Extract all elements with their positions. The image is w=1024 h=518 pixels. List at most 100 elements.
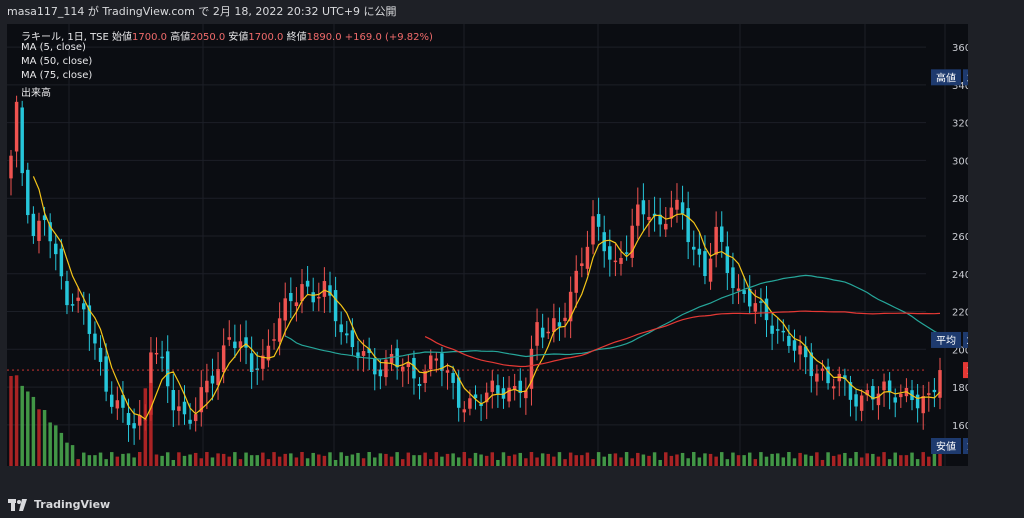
close-label: 終値 — [286, 32, 307, 43]
volume-bar — [59, 432, 64, 466]
volume-bar — [188, 454, 192, 466]
candle-body — [507, 387, 511, 402]
volume-bar — [154, 454, 159, 466]
volume-bar — [865, 453, 869, 466]
indicator-volume[interactable]: 出来高 — [21, 84, 51, 99]
candle-body — [233, 341, 237, 349]
volume-bar — [367, 452, 371, 466]
volume-bar — [731, 452, 735, 466]
candle-body — [289, 292, 293, 302]
volume-bar — [736, 455, 741, 466]
candle-body — [619, 257, 623, 264]
candle-body — [759, 301, 763, 303]
volume-bar — [37, 409, 41, 466]
y-tick-label: 2600.0 — [952, 232, 968, 243]
candle-body — [177, 406, 181, 411]
candle-body — [753, 303, 758, 312]
candle-body — [445, 370, 450, 373]
publish-line: masa117_114 が TradingView.com で 2月 18, 2… — [7, 5, 397, 18]
candle-body — [244, 337, 248, 348]
candle-body — [893, 397, 897, 403]
volume-bar — [233, 452, 237, 466]
volume-bar — [815, 452, 819, 466]
candle-body — [395, 348, 399, 368]
volume-bar — [378, 453, 383, 466]
volume-bar — [742, 455, 746, 466]
volume-bar — [552, 456, 556, 466]
candle-body — [720, 226, 724, 242]
volume-bar — [227, 456, 231, 466]
volume-bar — [121, 453, 125, 466]
volume-bar — [887, 459, 892, 466]
volume-bar — [803, 454, 808, 466]
volume-bar — [165, 452, 170, 466]
volume-bar — [132, 457, 136, 466]
volume-bar — [255, 455, 259, 466]
candle-body — [20, 107, 24, 174]
volume-bar — [171, 459, 176, 466]
candle-body — [311, 292, 315, 303]
volume-bar — [636, 452, 640, 466]
candle-body — [815, 373, 819, 382]
candle-body — [535, 322, 539, 346]
volume-bar — [619, 457, 623, 466]
volume-bar — [647, 455, 651, 466]
candle-body — [574, 270, 578, 293]
indicator-ma75[interactable]: MA (75, close) — [21, 70, 92, 81]
y-tick-label: 2400.0 — [952, 270, 968, 281]
price-tag-value: 1890.0 — [967, 366, 969, 377]
publish-header: masa117_114 が TradingView.com で 2月 18, 2… — [0, 0, 1024, 24]
candle-body — [428, 355, 433, 370]
volume-bar — [20, 385, 24, 466]
volume-bar — [395, 452, 399, 466]
chart-frame[interactable]: 1600.01800.02000.02200.02400.02600.02800… — [7, 24, 968, 466]
volume-bar — [244, 452, 248, 466]
volume-bar — [445, 453, 450, 466]
volume-bar — [76, 459, 80, 466]
volume-bar — [759, 452, 763, 466]
candle-body — [182, 401, 187, 415]
volume-bar — [529, 452, 534, 466]
candle-body — [401, 366, 405, 372]
volume-bar — [434, 452, 439, 466]
volume-bar — [557, 452, 562, 466]
volume-bar — [473, 452, 478, 466]
ma50-line — [284, 274, 941, 360]
volume-bar — [932, 453, 937, 466]
candle-body — [624, 252, 629, 254]
candle-body — [580, 263, 584, 267]
indicator-ma5[interactable]: MA (5, close) — [21, 42, 86, 53]
low-value: 1700.0 — [248, 32, 284, 43]
volume-bar — [490, 452, 495, 466]
volume-bar — [720, 452, 724, 466]
volume-bar — [915, 459, 920, 466]
volume-bar — [798, 452, 802, 466]
volume-bar — [921, 452, 925, 466]
tradingview-logo[interactable]: TradingView — [8, 498, 110, 511]
volume-bar — [238, 459, 243, 466]
volume-bar — [568, 452, 573, 466]
volume-bar — [725, 459, 730, 466]
candle-body — [563, 317, 567, 321]
indicator-ma50[interactable]: MA (50, close) — [21, 56, 92, 67]
volume-bar — [428, 459, 433, 466]
candle-body — [350, 330, 355, 348]
volume-bar — [115, 456, 120, 466]
volume-bar — [311, 452, 315, 466]
candle-body — [546, 331, 550, 334]
price-chart[interactable]: 1600.01800.02000.02200.02400.02600.02800… — [7, 24, 968, 466]
ma75-line — [424, 310, 941, 368]
volume-bar — [93, 455, 97, 466]
candle-body — [417, 384, 422, 386]
candle-body — [831, 386, 836, 389]
volume-bar — [893, 452, 897, 466]
volume-bar — [540, 453, 545, 466]
volume-bar — [686, 458, 690, 466]
candle-body — [725, 246, 730, 273]
volume-bar — [747, 452, 752, 466]
volume-bar — [31, 396, 36, 466]
volume-bar — [496, 459, 500, 466]
volume-bar — [837, 454, 841, 466]
open-label: 始値 — [112, 32, 133, 43]
price-tag-value: 1488.0 — [967, 442, 969, 453]
